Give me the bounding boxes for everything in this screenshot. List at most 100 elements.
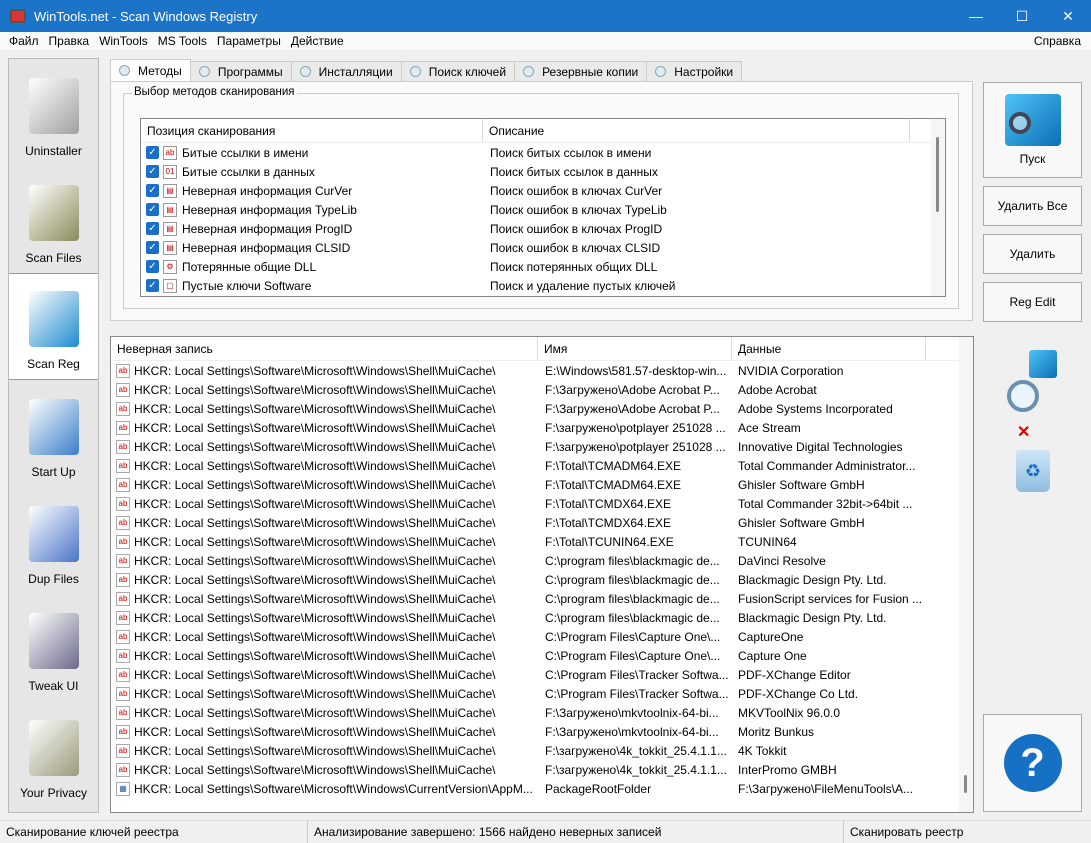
tab-3[interactable]: Поиск ключей (400, 61, 516, 81)
tab-5[interactable]: Настройки (646, 61, 743, 81)
minimize-button[interactable]: — (953, 0, 999, 32)
result-row[interactable]: ab HKCR: Local Settings\Software\Microsof… (111, 665, 973, 684)
broken-link-icon: ab (116, 724, 130, 739)
checkbox-checked[interactable]: ✓ (146, 146, 159, 159)
radio-icon (409, 66, 421, 77)
column-header-description[interactable]: Описание (483, 119, 910, 142)
maximize-button[interactable]: ☐ (999, 0, 1045, 32)
result-row[interactable]: ab HKCR: Local Settings\Software\Microsof… (111, 513, 973, 532)
checkbox-checked[interactable]: ✓ (146, 241, 159, 254)
sidebar-item-tweak-ui[interactable]: Tweak UI (9, 594, 98, 701)
result-row[interactable]: ab HKCR: Local Settings\Software\Microsof… (111, 532, 973, 551)
close-button[interactable]: ✕ (1045, 0, 1091, 32)
method-row[interactable]: ✓ 01 Битые ссылки в данных Поиск битых ссыл… (141, 162, 945, 181)
column-header-invalid-entry[interactable]: Неверная запись (111, 337, 538, 360)
result-row[interactable]: ab HKCR: Local Settings\Software\Microsof… (111, 608, 973, 627)
method-row[interactable]: ✓ ▢ Пустые ключи Software Поиск и удаление … (141, 276, 945, 295)
method-row[interactable]: ✓ ▤ Неверная информация CurVer Поиск ошибок… (141, 181, 945, 200)
checkbox-checked[interactable]: ✓ (146, 203, 159, 216)
radio-icon (523, 66, 535, 77)
entry-name: F:\Total\TCMDX64.EXE (545, 515, 672, 530)
entry-name: F:\загружено\potplayer 251028 ... (545, 420, 726, 435)
entry-name: F:\Загружено\mkvtoolnix-64-bi... (545, 724, 719, 739)
menu-help[interactable]: Справка (1029, 34, 1086, 48)
menu-edit[interactable]: Правка (44, 34, 95, 48)
method-row[interactable]: ✓ ▤ Неверная информация ProgID Поиск ошибок… (141, 219, 945, 238)
checkbox-checked[interactable]: ✓ (146, 260, 159, 273)
result-row[interactable]: ab HKCR: Local Settings\Software\Microsof… (111, 646, 973, 665)
checkbox-checked[interactable]: ✓ (146, 184, 159, 197)
start-button[interactable]: Пуск (983, 82, 1082, 178)
menu-action[interactable]: Действие (286, 34, 349, 48)
tab-4[interactable]: Резервные копии (514, 61, 648, 81)
checkbox-checked[interactable]: ✓ (146, 165, 159, 178)
status-right: Сканировать реестр (850, 825, 964, 839)
entry-name: C:\Program Files\Tracker Softwa... (545, 686, 729, 701)
invalid-entry: HKCR: Local Settings\Software\Microsoft\… (134, 610, 496, 625)
menu-wintools[interactable]: WinTools (94, 34, 153, 48)
checkbox-checked[interactable]: ✓ (146, 222, 159, 235)
tab-label: Настройки (674, 64, 734, 79)
menu-file[interactable]: Файл (4, 34, 44, 48)
menu-mstools[interactable]: MS Tools (153, 34, 212, 48)
method-row[interactable]: ✓ ab Битые ссылки в имени Поиск битых ссыло… (141, 143, 945, 162)
result-row[interactable]: ab HKCR: Local Settings\Software\Microsof… (111, 361, 973, 380)
result-row[interactable]: ab HKCR: Local Settings\Software\Microsof… (111, 627, 973, 646)
method-row[interactable]: ✓ ▤ Неверная информация CLSID Поиск ошибок … (141, 238, 945, 257)
method-row[interactable]: ✓ ▤ Неверная информация TypeLib Поиск ошибо… (141, 200, 945, 219)
delete-all-button[interactable]: Удалить Все (983, 186, 1082, 226)
entry-data: Total Commander 32bit->64bit ... (738, 496, 913, 511)
sidebar-item-start-up[interactable]: Start Up (9, 380, 98, 487)
entry-data: Total Commander Administrator... (738, 458, 916, 473)
sidebar-item-your-privacy[interactable]: Your Privacy (9, 701, 98, 808)
result-row[interactable]: ab HKCR: Local Settings\Software\Microsof… (111, 551, 973, 570)
entry-data: FusionScript services for Fusion ... (738, 591, 923, 606)
result-row[interactable]: ab HKCR: Local Settings\Software\Microsof… (111, 475, 973, 494)
method-name: Неверная информация CLSID (182, 240, 351, 255)
invalid-entry: HKCR: Local Settings\Software\Microsoft\… (134, 762, 496, 777)
result-row[interactable]: ab HKCR: Local Settings\Software\Microsof… (111, 418, 973, 437)
method-icon: ab (163, 145, 177, 160)
sidebar-item-label: Uninstaller (25, 144, 82, 158)
result-row[interactable]: ab HKCR: Local Settings\Software\Microsof… (111, 760, 973, 779)
reg-edit-button[interactable]: Reg Edit (983, 282, 1082, 322)
result-row[interactable]: ab HKCR: Local Settings\Software\Microsof… (111, 589, 973, 608)
tab-1[interactable]: Программы (189, 61, 292, 81)
sidebar-item-scan-reg[interactable]: Scan Reg (9, 273, 98, 380)
result-row[interactable]: ▦ HKCR: Local Settings\Software\Microsoft… (111, 779, 973, 798)
menu-settings[interactable]: Параметры (212, 34, 286, 48)
sidebar-item-scan-files[interactable]: Scan Files (9, 166, 98, 273)
tab-2[interactable]: Инсталляции (290, 61, 402, 81)
result-row[interactable]: ab HKCR: Local Settings\Software\Microsof… (111, 722, 973, 741)
results-scrollbar[interactable] (959, 337, 973, 812)
methods-scrollbar[interactable] (931, 119, 945, 296)
column-header-data[interactable]: Данные (732, 337, 926, 360)
entry-name: F:\Total\TCMADM64.EXE (545, 458, 682, 473)
help-button[interactable]: ? (983, 714, 1082, 812)
column-header-position[interactable]: Позиция сканирования (141, 119, 483, 142)
sidebar-item-dup-files[interactable]: Dup Files (9, 487, 98, 594)
method-row[interactable]: ✓ ⚙ Потерянные общие DLL Поиск потерянных о… (141, 257, 945, 276)
sidebar-item-uninstaller[interactable]: Uninstaller (9, 59, 98, 166)
invalid-entry: HKCR: Local Settings\Software\Microsoft\… (134, 515, 496, 530)
method-description: Поиск ошибок в ключах CurVer (490, 183, 663, 198)
tab-0[interactable]: Методы (110, 59, 191, 81)
result-row[interactable]: ab HKCR: Local Settings\Software\Microsof… (111, 456, 973, 475)
checkbox-checked[interactable]: ✓ (146, 279, 159, 292)
broken-link-icon: ab (116, 591, 130, 606)
radio-icon (198, 66, 210, 77)
result-row[interactable]: ab HKCR: Local Settings\Software\Microsof… (111, 494, 973, 513)
result-row[interactable]: ab HKCR: Local Settings\Software\Microsof… (111, 399, 973, 418)
result-row[interactable]: ab HKCR: Local Settings\Software\Microsof… (111, 380, 973, 399)
result-row[interactable]: ab HKCR: Local Settings\Software\Microsof… (111, 684, 973, 703)
result-row[interactable]: ab HKCR: Local Settings\Software\Microsof… (111, 741, 973, 760)
result-row[interactable]: ab HKCR: Local Settings\Software\Microsof… (111, 437, 973, 456)
column-header-name[interactable]: Имя (538, 337, 732, 360)
invalid-entry: HKCR: Local Settings\Software\Microsoft\… (134, 686, 496, 701)
result-row[interactable]: ab HKCR: Local Settings\Software\Microsof… (111, 570, 973, 589)
invalid-entry: HKCR: Local Settings\Software\Microsoft\… (134, 401, 496, 416)
your-privacy-icon (28, 720, 79, 776)
result-row[interactable]: ab HKCR: Local Settings\Software\Microsof… (111, 703, 973, 722)
delete-button[interactable]: Удалить (983, 234, 1082, 274)
invalid-entry: HKCR: Local Settings\Software\Microsoft\… (134, 705, 496, 720)
